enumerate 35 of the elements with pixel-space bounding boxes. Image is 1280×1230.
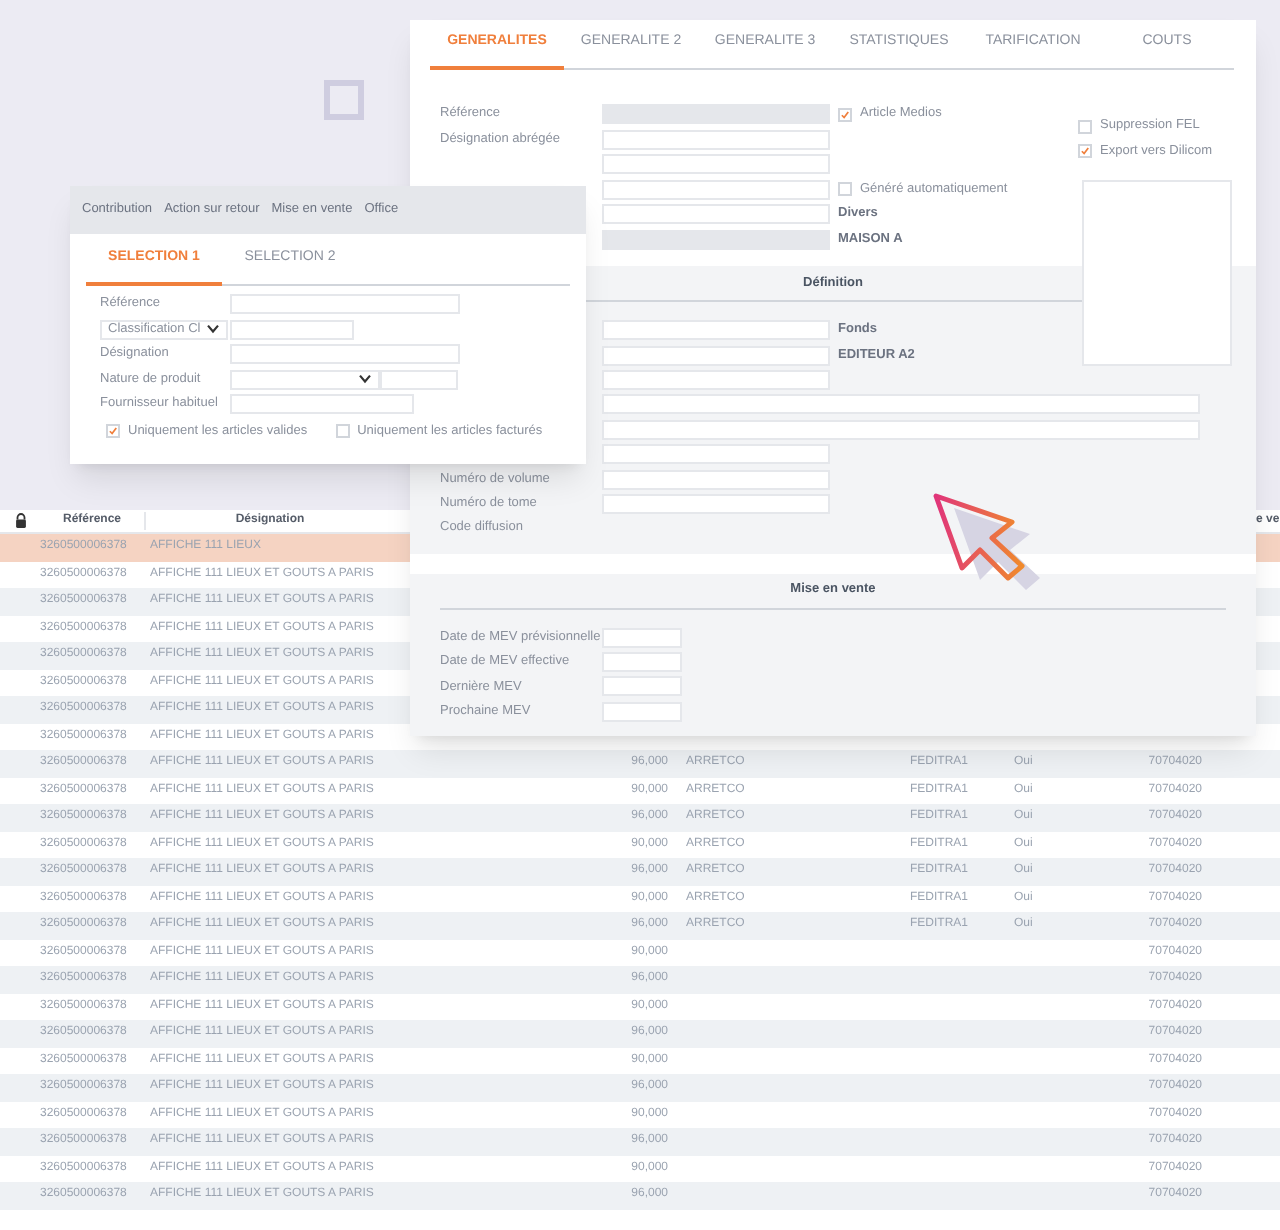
input-field[interactable] bbox=[230, 344, 460, 365]
input-field[interactable] bbox=[230, 319, 354, 340]
input-field[interactable] bbox=[602, 419, 1200, 440]
input-field[interactable] bbox=[602, 469, 830, 490]
input-field[interactable] bbox=[602, 444, 830, 465]
checkbox[interactable] bbox=[1078, 119, 1092, 134]
input-field[interactable] bbox=[230, 394, 414, 415]
checkbox[interactable] bbox=[838, 182, 852, 197]
input-field[interactable] bbox=[602, 652, 682, 673]
input-field[interactable] bbox=[602, 154, 830, 175]
chevron-down-icon bbox=[358, 374, 372, 385]
input-field[interactable] bbox=[602, 229, 830, 250]
input-field[interactable] bbox=[602, 676, 682, 697]
chevron-down-icon bbox=[206, 324, 220, 335]
input-field[interactable] bbox=[602, 179, 830, 200]
input-field[interactable] bbox=[602, 345, 830, 366]
table-row-edge bbox=[1256, 534, 1280, 561]
checkbox[interactable] bbox=[106, 424, 120, 438]
lock-icon bbox=[13, 512, 27, 530]
input-field[interactable] bbox=[602, 204, 830, 225]
input-field[interactable] bbox=[602, 369, 830, 390]
input-field[interactable] bbox=[380, 369, 458, 390]
input-field[interactable] bbox=[602, 394, 1200, 415]
input-field[interactable] bbox=[602, 129, 830, 150]
input-field[interactable] bbox=[230, 294, 460, 315]
input-field[interactable] bbox=[602, 320, 830, 341]
input-field[interactable] bbox=[602, 627, 682, 648]
checkbox[interactable] bbox=[335, 424, 350, 438]
input-field[interactable] bbox=[602, 493, 830, 514]
square-outline-icon bbox=[324, 80, 364, 120]
checkbox[interactable] bbox=[838, 107, 852, 122]
dropdown-field[interactable] bbox=[230, 369, 380, 390]
input-field[interactable] bbox=[602, 104, 830, 125]
checkbox[interactable] bbox=[1078, 144, 1092, 159]
input-field[interactable] bbox=[602, 701, 682, 722]
